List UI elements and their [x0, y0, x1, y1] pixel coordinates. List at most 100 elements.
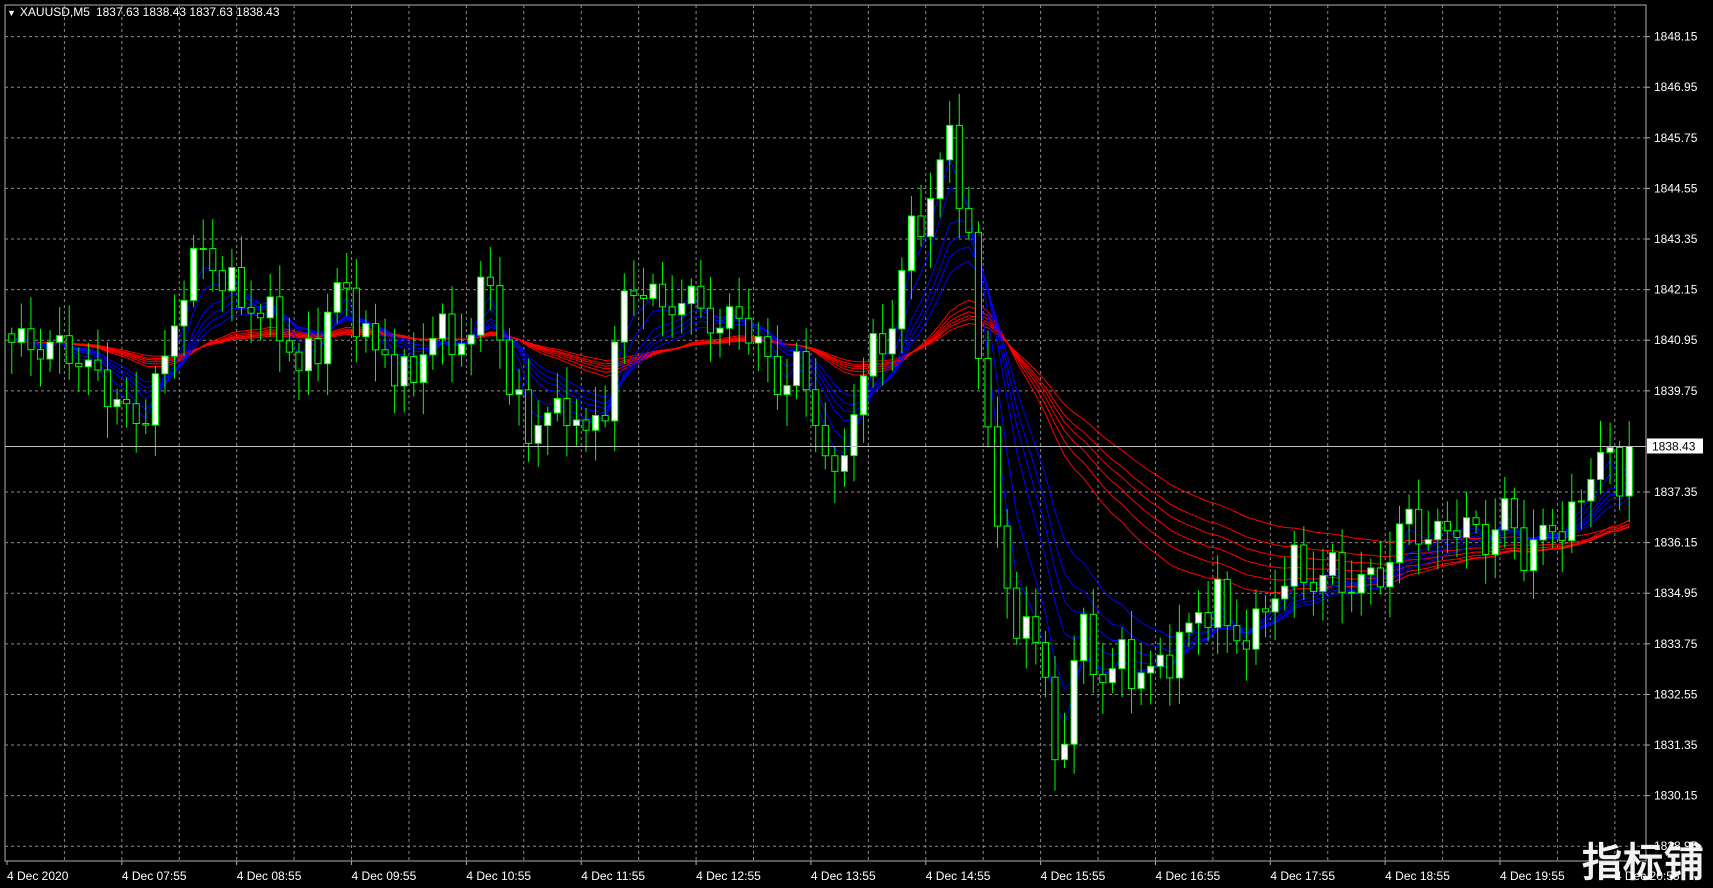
candle-body	[448, 313, 456, 356]
candle-body	[1022, 616, 1030, 639]
y-tick-label: 1840.95	[1654, 333, 1698, 347]
candle-body	[544, 412, 552, 427]
candle-body	[257, 312, 265, 319]
candle-body	[1233, 625, 1241, 642]
candle-body	[1520, 527, 1528, 572]
candle-body	[1434, 520, 1442, 541]
candle-body	[1204, 612, 1212, 628]
candle-body	[1568, 501, 1576, 542]
candle-body	[793, 351, 801, 387]
candle-body	[142, 423, 150, 426]
candle-body	[773, 355, 781, 395]
candle-body	[1577, 500, 1585, 503]
candle-body	[410, 356, 418, 383]
x-tick-label: 4 Dec 12:55	[696, 869, 761, 883]
candle-body	[907, 215, 915, 272]
candle-body	[840, 455, 848, 472]
candle-body	[974, 231, 982, 359]
chart-window[interactable]: 1848.15 1846.95 1845.75 1844.55 1843.35 1842.…	[0, 0, 1713, 888]
candle-body	[515, 389, 523, 395]
candle-body	[1252, 608, 1260, 650]
candle-body	[534, 425, 542, 444]
candle-body	[1223, 578, 1231, 627]
candle-body	[458, 343, 466, 356]
candle-body	[304, 338, 313, 372]
candle-body	[1529, 539, 1538, 572]
candle-body	[1261, 608, 1270, 613]
candle-body	[84, 359, 92, 368]
candle-body	[1491, 529, 1499, 555]
candle-body	[1472, 517, 1480, 525]
candle-body	[611, 341, 619, 422]
candle-body	[56, 335, 64, 343]
candle-body	[1625, 445, 1633, 497]
candle-body	[764, 336, 772, 357]
price-axis[interactable]: 1848.15 1846.95 1845.75 1844.55 1843.35 1842.…	[1646, 30, 1703, 854]
candle-body	[659, 283, 667, 308]
candle-body	[1013, 587, 1021, 639]
x-tick-label: 4 Dec 08:55	[237, 869, 302, 883]
candle-body	[1453, 530, 1461, 538]
candle-body	[1558, 531, 1566, 542]
candle-body	[888, 328, 896, 355]
candle-body	[687, 285, 695, 305]
y-tick-label: 1833.75	[1654, 637, 1698, 651]
candle-body	[314, 338, 322, 365]
candle-body	[295, 351, 303, 372]
candle-body	[572, 419, 581, 427]
candle-body	[697, 285, 705, 309]
collapse-triangle-icon[interactable]: ▼	[7, 8, 16, 18]
candle-body	[1166, 654, 1174, 679]
x-tick-label: 4 Dec 09:55	[352, 869, 417, 883]
y-tick-label: 1839.75	[1654, 384, 1698, 398]
quote-close: 1838.43	[236, 5, 280, 19]
y-tick-label: 1848.15	[1654, 30, 1698, 44]
y-tick-label: 1832.55	[1654, 687, 1698, 701]
price-chart[interactable]: 1848.15 1846.95 1845.75 1844.55 1843.35 1842.…	[0, 0, 1713, 888]
candle-body	[525, 389, 533, 444]
y-tick-label: 1844.55	[1654, 181, 1698, 195]
y-tick-label: 1830.15	[1654, 789, 1698, 803]
candle-body	[926, 198, 935, 238]
candle-body	[1462, 517, 1471, 538]
quote-open: 1837.63	[95, 5, 140, 19]
candle-body	[1596, 451, 1605, 481]
candle-body	[1616, 447, 1624, 497]
candle-body	[1309, 581, 1317, 592]
candle-body	[1367, 567, 1375, 576]
candle-body	[1300, 544, 1308, 583]
time-axis[interactable]: 4 Dec 2020 4 Dec 07:55 4 Dec 08:55 4 Dec 09…	[6, 861, 1713, 883]
candle-body	[563, 398, 571, 427]
y-tick-label: 1842.15	[1654, 283, 1698, 297]
candle-body	[1587, 479, 1595, 502]
candle-body	[1099, 673, 1107, 684]
candle-body	[8, 333, 16, 343]
candle-body	[965, 207, 973, 233]
candle-body	[1424, 539, 1432, 545]
candle-body	[467, 334, 475, 345]
candle-body	[505, 339, 514, 395]
candle-body	[993, 426, 1002, 527]
candle-body	[1510, 498, 1518, 529]
candle-body	[582, 419, 590, 431]
candle-body	[65, 335, 73, 364]
candle-body	[333, 282, 341, 313]
candle-body	[630, 290, 638, 296]
candle-body	[1194, 612, 1203, 624]
candle-body	[1338, 552, 1346, 593]
candle-body	[496, 285, 504, 341]
candle-body	[113, 398, 121, 408]
candle-body	[1328, 552, 1337, 576]
candle-body	[218, 270, 226, 292]
candle-body	[1415, 508, 1423, 545]
chart-title: ▼ XAUUSD,M5 1837.63 1838.43 1837.63 1838.4…	[7, 5, 280, 19]
candle-body	[190, 247, 198, 301]
candle-body	[1606, 447, 1614, 453]
candle-body	[429, 338, 437, 356]
candle-body	[161, 355, 169, 375]
candle-body	[946, 124, 954, 161]
candle-body	[36, 349, 45, 360]
candle-body	[324, 311, 332, 365]
candle-body	[917, 215, 925, 238]
candle-body	[831, 455, 839, 472]
